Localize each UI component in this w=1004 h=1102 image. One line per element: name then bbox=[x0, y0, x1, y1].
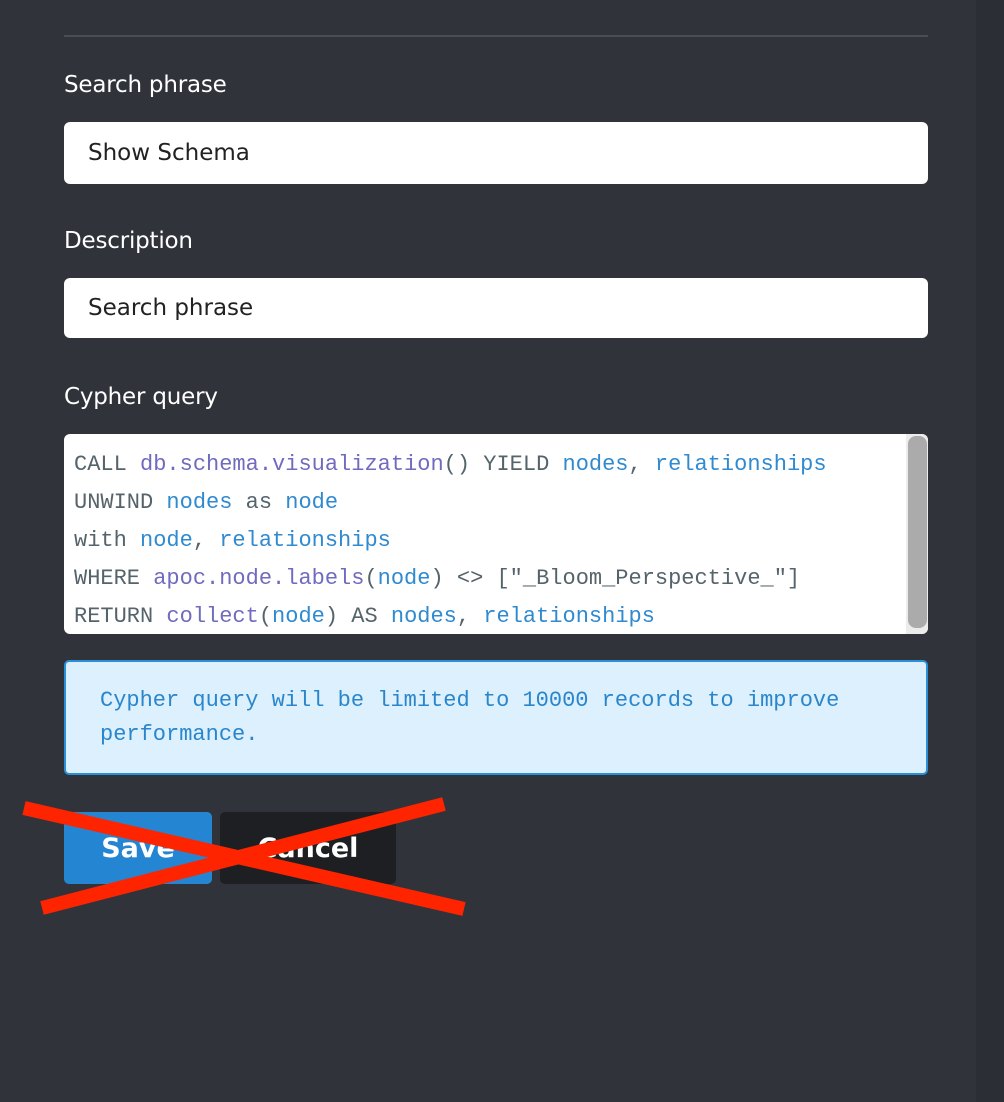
code-token-var: node bbox=[377, 566, 431, 591]
cancel-button[interactable]: Cancel bbox=[220, 812, 396, 884]
description-value: Search phrase bbox=[88, 295, 254, 321]
cancel-button-label: Cancel bbox=[257, 832, 359, 864]
code-token-kw: , bbox=[192, 528, 220, 553]
code-token-str: ) <> ["_Bloom_Perspective_"] bbox=[430, 566, 801, 591]
code-line: UNWIND nodes as node bbox=[74, 484, 827, 522]
code-line: with node, relationships bbox=[74, 522, 827, 560]
code-token-kw: RETURN bbox=[74, 604, 167, 629]
query-limit-message: Cypher query will be limited to 10000 re… bbox=[100, 688, 840, 747]
code-token-kw: ) AS bbox=[324, 604, 391, 629]
code-token-kw: UNWIND bbox=[74, 490, 167, 515]
query-limit-notice: Cypher query will be limited to 10000 re… bbox=[64, 660, 928, 775]
code-token-var: nodes bbox=[562, 452, 629, 477]
code-token-kw: () YIELD bbox=[443, 452, 563, 477]
code-scrollbar-track[interactable] bbox=[906, 434, 928, 634]
code-line: WHERE apoc.node.labels(node) <> ["_Bloom… bbox=[74, 560, 827, 598]
save-button[interactable]: Save bbox=[64, 812, 212, 884]
code-token-var: node bbox=[285, 490, 339, 515]
cypher-query-label: Cypher query bbox=[64, 384, 218, 410]
code-token-var: nodes bbox=[166, 490, 233, 515]
code-token-kw: WHERE bbox=[74, 566, 154, 591]
code-token-kw: CALL bbox=[74, 452, 141, 477]
code-token-fn: db.schema.visualization bbox=[140, 452, 444, 477]
cypher-query-editor[interactable]: CALL db.schema.visualization() YIELD nod… bbox=[64, 434, 928, 634]
code-token-kw: ( bbox=[258, 604, 273, 629]
code-token-var: relationships bbox=[219, 528, 391, 553]
code-token-kw: , bbox=[456, 604, 484, 629]
code-token-var: relationships bbox=[654, 452, 827, 477]
code-token-kw: , bbox=[628, 452, 655, 477]
code-token-var: node bbox=[140, 528, 193, 553]
code-token-fn: collect bbox=[166, 604, 259, 629]
description-label: Description bbox=[64, 228, 193, 254]
cypher-code: CALL db.schema.visualization() YIELD nod… bbox=[74, 446, 827, 634]
code-token-kw: ( bbox=[364, 566, 378, 591]
search-phrase-input[interactable]: Show Schema bbox=[64, 122, 928, 184]
code-token-kw: with bbox=[74, 528, 141, 553]
search-phrase-label: Search phrase bbox=[64, 72, 227, 98]
edit-search-phrase-panel: Search phrase Show Schema Description Se… bbox=[0, 0, 1004, 1102]
code-line: RETURN collect(node) AS nodes, relations… bbox=[74, 598, 827, 634]
code-scrollbar-thumb[interactable] bbox=[908, 436, 927, 628]
save-button-label: Save bbox=[101, 832, 175, 864]
section-divider bbox=[64, 35, 928, 37]
code-token-var: node bbox=[272, 604, 325, 629]
code-token-fn: apoc.node.labels bbox=[153, 566, 365, 591]
code-token-var: nodes bbox=[390, 604, 457, 629]
panel-edge bbox=[976, 0, 1004, 1102]
code-line: CALL db.schema.visualization() YIELD nod… bbox=[74, 446, 827, 484]
code-token-var: relationships bbox=[483, 604, 655, 629]
search-phrase-value: Show Schema bbox=[88, 140, 250, 166]
description-input[interactable]: Search phrase bbox=[64, 278, 928, 338]
code-token-kw: as bbox=[232, 490, 286, 515]
